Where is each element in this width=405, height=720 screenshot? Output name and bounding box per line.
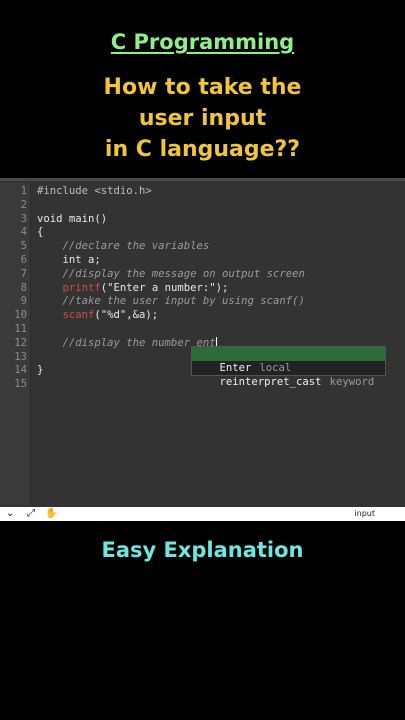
expand-icon[interactable]: ⤢ bbox=[27, 508, 35, 520]
code-text[interactable]: printf("Enter a number:"); bbox=[37, 281, 229, 295]
line-number: 4 bbox=[20, 226, 27, 239]
code-line[interactable]: 4{ bbox=[0, 225, 405, 239]
line-number: 10 bbox=[14, 309, 27, 322]
autocomplete-item-kind: keyword bbox=[329, 376, 375, 388]
code-text[interactable]: #include <stdio.h> bbox=[37, 184, 152, 198]
code-line[interactable]: 10 scanf("%d",&a); bbox=[0, 308, 405, 322]
line-number: 7 bbox=[20, 267, 27, 280]
question-line-1: How to take the bbox=[103, 75, 302, 100]
question-line-3: in C language?? bbox=[104, 137, 301, 162]
code-line[interactable]: 9 //take the user input by using scanf() bbox=[0, 294, 405, 308]
code-text[interactable]: //declare the variables bbox=[37, 239, 210, 253]
autocomplete-popup[interactable]: Enter local reinterpret_cast keyword bbox=[191, 346, 386, 388]
question-line-2: user input bbox=[138, 106, 267, 131]
line-number: 15 bbox=[14, 378, 27, 391]
code-token: //take the user input by using scanf() bbox=[37, 295, 305, 308]
chevron-down-icon[interactable]: ⌄ bbox=[6, 508, 14, 520]
code-line[interactable]: 1 #include <stdio.h> bbox=[0, 184, 405, 198]
code-token: printf bbox=[62, 281, 101, 294]
code-token: //display the number ent bbox=[37, 336, 216, 349]
code-token: ("%d",&a); bbox=[94, 309, 159, 322]
question-title: How to take the user input in C language… bbox=[0, 72, 405, 165]
code-line[interactable]: 6 int a; bbox=[0, 253, 405, 267]
code-token: //declare the variables bbox=[37, 240, 210, 253]
code-token: int a; bbox=[37, 254, 101, 266]
code-editor[interactable]: 1 #include <stdio.h> 2 3 void main() 4{5 //de… bbox=[0, 178, 405, 509]
line-number: 1 bbox=[20, 185, 27, 197]
line-number: 9 bbox=[20, 295, 27, 308]
hand-icon[interactable]: ✋ bbox=[45, 508, 57, 520]
code-token: ("Enter a number:"); bbox=[100, 281, 229, 294]
code-token: } bbox=[37, 364, 44, 377]
status-bar: ⌄ ⤢ ✋ input bbox=[0, 507, 405, 521]
code-line[interactable]: 5 //declare the variables bbox=[0, 239, 405, 253]
line-number: 6 bbox=[20, 254, 27, 266]
code-text[interactable]: int a; bbox=[37, 253, 101, 267]
code-token: #include <stdio.h> bbox=[37, 185, 152, 197]
code-token: scanf bbox=[62, 309, 95, 322]
line-number: 5 bbox=[20, 240, 27, 253]
code-line[interactable]: 8 printf("Enter a number:"); bbox=[0, 281, 405, 295]
code-line[interactable]: 11 bbox=[0, 322, 405, 336]
caption-title: Easy Explanation bbox=[101, 538, 304, 562]
code-line[interactable]: 2 bbox=[0, 198, 405, 212]
code-text[interactable]: //take the user input by using scanf() bbox=[37, 294, 305, 308]
line-number: 14 bbox=[14, 364, 27, 377]
code-line[interactable]: 7 //display the message on output screen bbox=[0, 267, 405, 281]
line-number: 3 bbox=[20, 212, 27, 225]
code-text[interactable]: } bbox=[37, 363, 43, 377]
autocomplete-item-name: Enter bbox=[219, 362, 252, 374]
input-mode-label: input bbox=[354, 509, 375, 518]
code-token: { bbox=[37, 226, 44, 239]
autocomplete-item-name: reinterpret_cast bbox=[219, 376, 322, 388]
line-number: 11 bbox=[14, 323, 27, 335]
code-text[interactable]: //display the message on output screen bbox=[37, 267, 305, 281]
code-text[interactable]: { bbox=[37, 225, 43, 239]
autocomplete-item-kind: local bbox=[259, 362, 292, 374]
subject-title: C Programming bbox=[110, 30, 295, 54]
code-text[interactable]: //display the number ent bbox=[37, 336, 217, 350]
code-text[interactable]: scanf("%d",&a); bbox=[37, 308, 159, 322]
line-number: 13 bbox=[14, 350, 27, 363]
code-line[interactable]: 3 void main() bbox=[0, 212, 405, 226]
code-token: //display the message on output screen bbox=[37, 267, 305, 280]
line-number: 8 bbox=[20, 281, 27, 294]
line-number: 12 bbox=[14, 336, 27, 349]
autocomplete-item-enter[interactable]: Enter local bbox=[192, 347, 385, 374]
line-number: 2 bbox=[20, 198, 27, 211]
code-token: void main() bbox=[37, 212, 108, 225]
code-text[interactable]: void main() bbox=[37, 212, 107, 226]
